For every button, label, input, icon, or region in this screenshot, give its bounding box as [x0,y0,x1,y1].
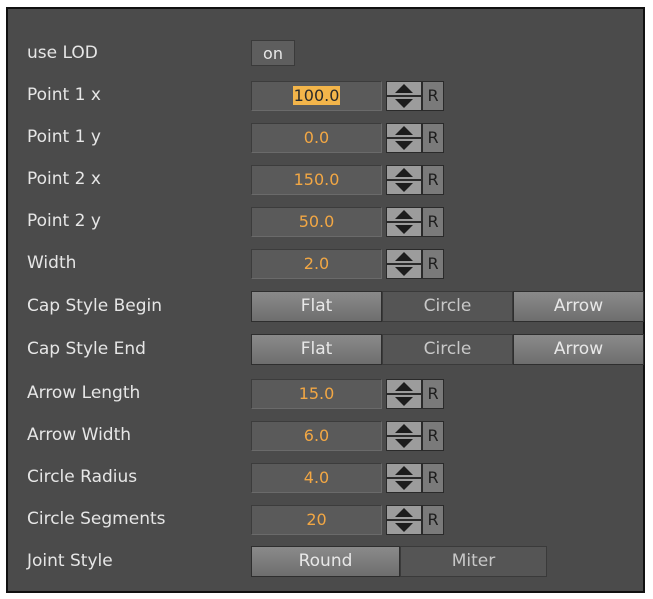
width-field[interactable]: 2.0 [251,249,382,279]
circle-radius-spinner[interactable] [386,463,422,493]
down-arrow-icon[interactable] [395,523,413,532]
width-reset-button[interactable]: R [422,249,444,279]
arrow-width-spinner[interactable] [386,421,422,451]
up-arrow-icon[interactable] [395,84,413,93]
point-1-y-field[interactable]: 0.0 [251,123,382,153]
point-2-y-field[interactable]: 50.0 [251,207,382,237]
up-arrow-icon[interactable] [395,210,413,219]
row-cap-style-begin: Cap Style Begin Flat Circle Arrow [8,288,644,324]
point-1-x-label: Point 1 x [27,85,101,105]
up-arrow-icon[interactable] [395,252,413,261]
up-arrow-icon[interactable] [395,508,413,517]
cap-begin-circle-button[interactable]: Circle [382,291,513,322]
cap-end-flat-button[interactable]: Flat [251,334,382,365]
circle-segments-field[interactable]: 20 [251,505,382,535]
arrow-width-field[interactable]: 6.0 [251,421,382,451]
arrow-length-label: Arrow Length [27,383,141,403]
point-2-x-label: Point 2 x [27,169,101,189]
selected-text: 100.0 [292,86,341,105]
width-spinner[interactable] [386,249,422,279]
row-arrow-width: Arrow Width 6.0 R [8,417,643,453]
point-1-x-spinner[interactable] [386,81,422,111]
row-point-2-y: Point 2 y 50.0 R [8,203,643,239]
up-arrow-icon[interactable] [395,382,413,391]
row-point-1-y: Point 1 y 0.0 R [8,119,643,155]
up-arrow-icon[interactable] [395,466,413,475]
down-arrow-icon[interactable] [395,183,413,192]
up-arrow-icon[interactable] [395,168,413,177]
down-arrow-icon[interactable] [395,99,413,108]
cap-end-circle-button[interactable]: Circle [382,334,513,365]
up-arrow-icon[interactable] [395,424,413,433]
point-2-y-reset-button[interactable]: R [422,207,444,237]
point-1-y-label: Point 1 y [27,127,101,147]
point-1-x-reset-button[interactable]: R [422,81,444,111]
cap-style-begin-label: Cap Style Begin [27,296,162,316]
use-lod-label: use LOD [27,43,98,63]
cap-begin-arrow-button[interactable]: Arrow [513,291,644,322]
down-arrow-icon[interactable] [395,481,413,490]
circle-radius-label: Circle Radius [27,467,138,487]
cap-end-arrow-button[interactable]: Arrow [513,334,644,365]
arrow-width-label: Arrow Width [27,425,132,445]
point-1-y-reset-button[interactable]: R [422,123,444,153]
circle-segments-reset-button[interactable]: R [422,505,444,535]
down-arrow-icon[interactable] [395,267,413,276]
circle-radius-reset-button[interactable]: R [422,463,444,493]
row-circle-radius: Circle Radius 4.0 R [8,459,643,495]
cap-begin-flat-button[interactable]: Flat [251,291,382,322]
point-1-x-field[interactable]: 100.0 [251,81,382,111]
cap-style-end-label: Cap Style End [27,339,146,359]
row-arrow-length: Arrow Length 15.0 R [8,375,643,411]
arrow-width-reset-button[interactable]: R [422,421,444,451]
down-arrow-icon[interactable] [395,397,413,406]
point-2-x-reset-button[interactable]: R [422,165,444,195]
width-label: Width [27,253,77,273]
down-arrow-icon[interactable] [395,141,413,150]
circle-segments-spinner[interactable] [386,505,422,535]
row-point-2-x: Point 2 x 150.0 R [8,161,643,197]
arrow-length-spinner[interactable] [386,379,422,409]
properties-panel: use LOD on Point 1 x 100.0 R Point 1 y 0… [6,7,645,593]
joint-style-label: Joint Style [27,551,113,571]
arrow-length-field[interactable]: 15.0 [251,379,382,409]
row-point-1-x: Point 1 x 100.0 R [8,77,643,113]
down-arrow-icon[interactable] [395,225,413,234]
point-2-x-spinner[interactable] [386,165,422,195]
point-1-y-spinner[interactable] [386,123,422,153]
up-arrow-icon[interactable] [395,126,413,135]
row-width: Width 2.0 R [8,245,643,281]
point-2-y-label: Point 2 y [27,211,101,231]
row-cap-style-end: Cap Style End Flat Circle Arrow [8,331,644,367]
use-lod-toggle[interactable]: on [251,40,295,66]
circle-segments-label: Circle Segments [27,509,166,529]
point-2-x-field[interactable]: 150.0 [251,165,382,195]
row-circle-segments: Circle Segments 20 R [8,501,643,537]
circle-radius-field[interactable]: 4.0 [251,463,382,493]
point-2-y-spinner[interactable] [386,207,422,237]
row-joint-style: Joint Style Round Miter [8,543,643,579]
joint-round-button[interactable]: Round [251,546,400,577]
row-use-lod: use LOD on [8,35,643,71]
down-arrow-icon[interactable] [395,439,413,448]
joint-miter-button[interactable]: Miter [400,546,547,577]
arrow-length-reset-button[interactable]: R [422,379,444,409]
